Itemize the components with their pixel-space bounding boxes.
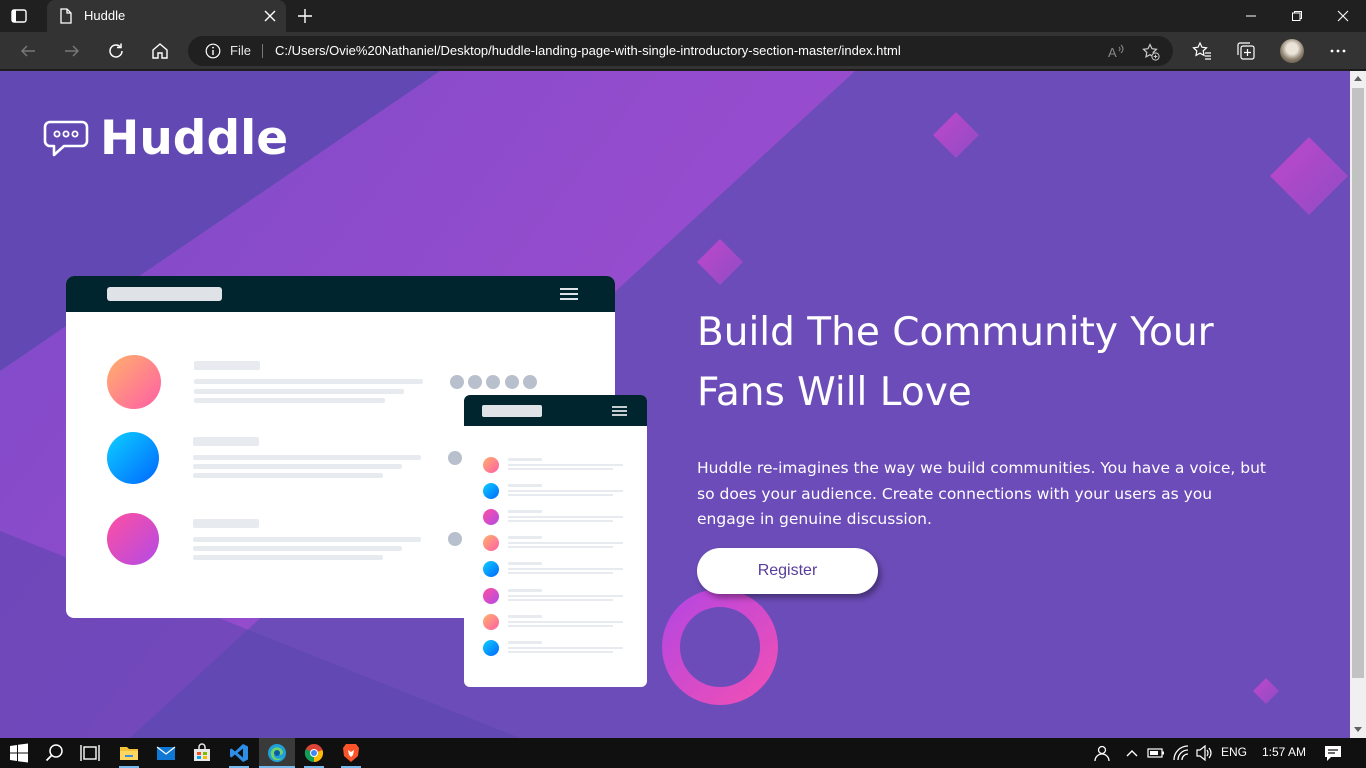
- browser-title-bar: Huddle: [0, 0, 1366, 32]
- language-indicator[interactable]: ENG: [1221, 745, 1247, 759]
- search-icon[interactable]: [45, 743, 65, 763]
- page-viewport: Huddle Build The Community Your Fans Wil…: [0, 71, 1350, 738]
- refresh-icon: [109, 43, 123, 58]
- url-text[interactable]: C:/Users/Ovie%20Nathaniel/Desktop/huddle…: [275, 43, 901, 58]
- hero-headline: Build The Community Your Fans Will Love: [697, 303, 1297, 423]
- edge-icon[interactable]: [267, 743, 287, 763]
- task-view-icon[interactable]: [80, 743, 100, 763]
- chevron-up-icon[interactable]: [1125, 746, 1139, 760]
- browser-toolbar: File C:/Users/Ovie%20Nathaniel/Desktop/h…: [0, 32, 1366, 70]
- tab-title: Huddle: [84, 8, 126, 23]
- home-button[interactable]: [149, 40, 171, 62]
- home-icon: [152, 43, 168, 59]
- tab-actions-icon[interactable]: [10, 7, 28, 25]
- minimize-button[interactable]: [1228, 0, 1274, 32]
- headline-line-1: Build The Community Your: [697, 310, 1214, 355]
- mail-icon[interactable]: [156, 743, 176, 763]
- register-button[interactable]: Register: [697, 548, 878, 594]
- store-icon[interactable]: [192, 743, 212, 763]
- close-icon[interactable]: [263, 9, 277, 23]
- scroll-up-icon[interactable]: [1354, 75, 1362, 81]
- scrollbar-thumb[interactable]: [1352, 88, 1364, 678]
- battery-icon[interactable]: [1147, 745, 1165, 761]
- back-button[interactable]: [17, 40, 39, 62]
- file-explorer-icon[interactable]: [119, 743, 139, 763]
- illustration-phone-mockup: [464, 395, 647, 687]
- headline-line-2: Fans Will Love: [697, 370, 972, 415]
- forward-icon: [65, 45, 80, 57]
- read-aloud-icon[interactable]: A: [1107, 43, 1125, 61]
- chrome-icon[interactable]: [304, 743, 324, 763]
- address-scheme-label: File: [230, 43, 251, 58]
- back-icon: [20, 45, 35, 57]
- wifi-icon[interactable]: [1172, 744, 1190, 762]
- scroll-down-icon[interactable]: [1354, 727, 1362, 733]
- volume-icon[interactable]: [1195, 744, 1213, 762]
- more-icon[interactable]: [1328, 41, 1348, 61]
- notification-icon[interactable]: [1323, 744, 1343, 762]
- description-line-1: Huddle re-imagines the way we build comm…: [697, 459, 1266, 477]
- vscode-icon[interactable]: [229, 743, 249, 763]
- window-close-button[interactable]: [1320, 0, 1366, 32]
- minimize-icon: [1246, 15, 1256, 17]
- restore-button[interactable]: [1274, 0, 1320, 32]
- page-icon: [60, 8, 72, 24]
- svg-text:A: A: [1108, 45, 1117, 60]
- restore-icon: [1292, 11, 1302, 21]
- brave-icon[interactable]: [341, 743, 361, 763]
- add-favorite-icon[interactable]: [1142, 43, 1160, 61]
- clock-time[interactable]: 1:57 AM: [1262, 745, 1306, 759]
- description-line-2: so does your audience. Create connection…: [697, 484, 1213, 503]
- window-close-icon: [1337, 10, 1349, 22]
- hero-description: Huddle re-imagines the way we build comm…: [697, 456, 1297, 533]
- address-bar[interactable]: File C:/Users/Ovie%20Nathaniel/Desktop/h…: [188, 36, 1173, 66]
- forward-button[interactable]: [61, 40, 83, 62]
- plus-icon[interactable]: [296, 7, 314, 25]
- favorites-icon[interactable]: [1192, 41, 1212, 61]
- tab-huddle[interactable]: Huddle: [47, 0, 286, 32]
- profile-avatar[interactable]: [1280, 39, 1304, 63]
- collections-icon[interactable]: [1236, 41, 1256, 61]
- people-icon[interactable]: [1093, 744, 1111, 762]
- info-icon[interactable]: [205, 43, 221, 59]
- huddle-logo[interactable]: Huddle: [42, 111, 288, 166]
- windows-start-icon[interactable]: [9, 743, 29, 763]
- chat-bubble-icon: [43, 120, 89, 156]
- description-line-3: engage in genuine discussion.: [697, 510, 932, 528]
- address-separator: [262, 44, 263, 58]
- refresh-button[interactable]: [105, 40, 127, 62]
- logo-text: Huddle: [100, 111, 289, 166]
